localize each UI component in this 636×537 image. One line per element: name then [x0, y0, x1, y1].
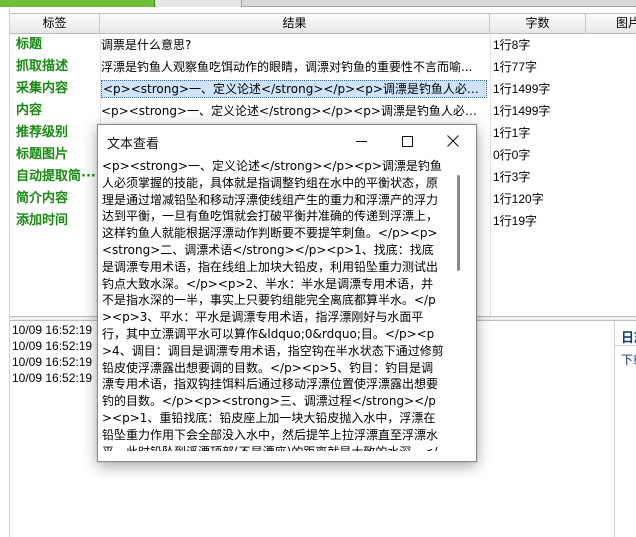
divider: [615, 345, 636, 346]
row-count: 1行1499字: [493, 104, 551, 118]
column-header-image[interactable]: 图片: [586, 14, 636, 34]
maximize-icon: [401, 135, 413, 147]
inactive-tab[interactable]: [156, 0, 242, 7]
row-result[interactable]: <p><strong>一、定义论述</strong></p><p>调漂是钓鱼人必…: [101, 100, 487, 122]
row-count: 1行19字: [493, 214, 538, 228]
row-count: 1行8字: [493, 38, 531, 52]
dialog-text-area[interactable]: <p><strong>一、定义论述</strong></p><p>调漂是钓鱼人必…: [100, 157, 454, 451]
row-tag: 推荐级别: [16, 125, 69, 140]
dialog-title: 文本查看: [107, 137, 160, 152]
minimize-icon: [355, 140, 367, 142]
row-count: 0行0字: [493, 148, 531, 162]
column-header-count[interactable]: 字数: [490, 14, 586, 34]
row-result[interactable]: 浮漂是钓鱼人观察鱼吃饵动作的眼睛，调漂对钓鱼的重要性不言而喻...: [101, 56, 487, 78]
table-row[interactable]: 内容 <p><strong>一、定义论述</strong></p><p>调漂是钓…: [10, 100, 636, 122]
row-result-selected[interactable]: <p><strong>一、定义论述</strong></p><p>调漂是钓鱼人必…: [101, 80, 487, 98]
right-panel-title: 日志: [621, 331, 636, 346]
minimize-button[interactable]: [338, 125, 384, 157]
row-tag: 添加时间: [16, 213, 69, 228]
row-count: 1行120字: [493, 192, 544, 206]
dialog-titlebar[interactable]: 文本查看: [98, 125, 476, 157]
row-result[interactable]: 调票是什么意思?: [101, 34, 487, 56]
table-row[interactable]: 采集内容 <p><strong>一、定义论述</strong></p><p>调漂…: [10, 78, 636, 100]
row-tag: 采集内容: [16, 81, 69, 96]
row-count: 1行1499字: [493, 82, 551, 96]
close-button[interactable]: [430, 125, 476, 157]
maximize-button[interactable]: [384, 125, 430, 157]
right-panel-text: 下载: [621, 353, 636, 367]
text-viewer-dialog: 文本查看 <p><strong>一、定义论述</strong></p><p>调漂…: [97, 124, 477, 462]
row-tag: 内容: [16, 103, 43, 118]
row-count: 1行77字: [493, 60, 538, 74]
dialog-scrollbar[interactable]: [457, 175, 461, 427]
grid-header: 标签 结果 字数 图片: [10, 14, 636, 34]
log-line: 10/09 16:52:19: [12, 339, 93, 353]
log-line: 10/09 16:52:19: [12, 355, 93, 369]
row-tag: 抓取描述: [16, 59, 69, 74]
row-tag: 自动提取简···: [16, 169, 96, 184]
scrollbar-thumb[interactable]: [457, 175, 460, 271]
log-line: 10/09 16:52:19: [12, 371, 93, 385]
table-row[interactable]: 标题 调票是什么意思? 1行8字: [10, 34, 636, 56]
left-gutter: [0, 7, 10, 537]
row-count: 1行3字: [493, 170, 531, 184]
log-line: 10/09 16:52:19: [12, 323, 93, 337]
row-tag: 标题: [16, 37, 43, 52]
row-tag: 标题图片: [16, 147, 69, 162]
dialog-content[interactable]: <p><strong>一、定义论述</strong></p><p>调漂是钓鱼人必…: [102, 158, 444, 451]
active-tab[interactable]: [0, 0, 155, 7]
table-row[interactable]: 抓取描述 浮漂是钓鱼人观察鱼吃饵动作的眼睛，调漂对钓鱼的重要性不言而喻... 1…: [10, 56, 636, 78]
column-header-result[interactable]: 结果: [100, 14, 490, 34]
close-icon: [447, 135, 459, 147]
row-tag: 简介内容: [16, 191, 69, 206]
top-tab-strip: [0, 0, 636, 7]
right-info-panel: 日志 下载: [614, 321, 636, 537]
row-count: 1行1字: [493, 126, 531, 140]
column-header-tag[interactable]: 标签: [10, 14, 100, 34]
